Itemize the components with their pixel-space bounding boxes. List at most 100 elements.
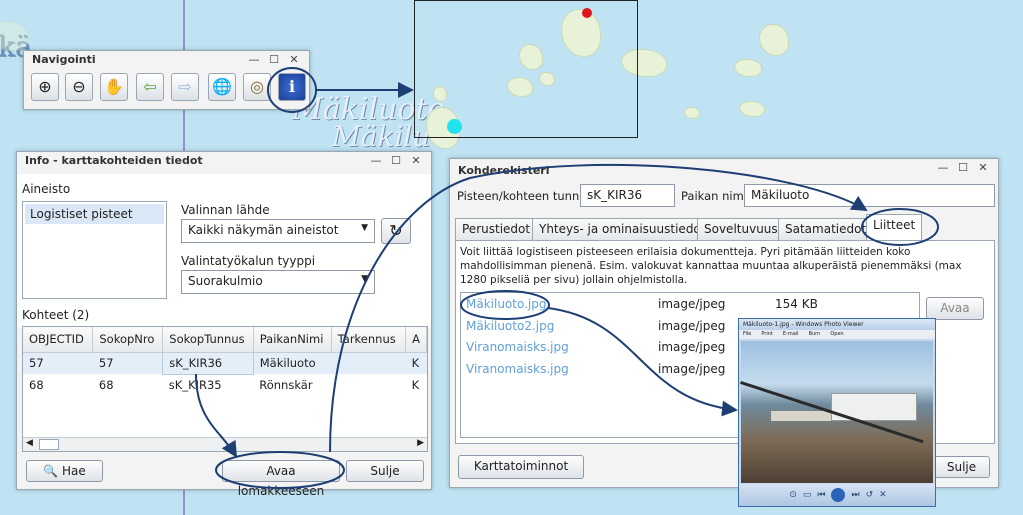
map-functions-button[interactable]: Karttatoiminnot: [458, 455, 584, 479]
scroll-right-icon[interactable]: ▶: [417, 438, 424, 448]
maximize-icon[interactable]: ☐: [954, 160, 972, 176]
objects-table-wrap: OBJECTID SokopNro SokopTunnus PaikanNimi…: [22, 326, 428, 452]
menu-item[interactable]: Print: [761, 331, 773, 338]
tab-liitteet[interactable]: Liitteet: [866, 214, 923, 241]
table-cell: 68: [98, 378, 114, 392]
map-island: [760, 25, 788, 55]
tab-satamatiedot[interactable]: Satamatiedot: [778, 218, 874, 240]
refresh-button[interactable]: ↻: [381, 218, 411, 244]
attachment-type: image/jpeg: [658, 340, 726, 354]
table-cell: Mäkiluoto: [253, 352, 332, 374]
column-header[interactable]: SokopTunnus: [162, 327, 254, 353]
table-cell: sK_KIR36: [162, 351, 254, 375]
menu-item[interactable]: E-mail: [783, 331, 799, 338]
rotate-icon[interactable]: ↺: [866, 490, 874, 500]
column-header[interactable]: PaikanNimi: [253, 327, 332, 353]
zoom-icon[interactable]: ⊙: [789, 490, 797, 500]
dataset-list[interactable]: Logistiset pisteet: [22, 201, 167, 299]
scrollbar-thumb[interactable]: [39, 439, 59, 450]
attachment-type: image/jpeg: [658, 362, 726, 376]
objects-label: Kohteet (2): [22, 308, 90, 322]
column-header[interactable]: A: [405, 327, 427, 353]
zoom-box: [414, 0, 638, 138]
close-button[interactable]: Sulje: [346, 460, 424, 482]
attachment-type: image/jpeg: [658, 319, 726, 333]
close-icon[interactable]: ✕: [285, 52, 303, 68]
column-header[interactable]: OBJECTID: [23, 327, 94, 353]
next-icon[interactable]: ⏭: [851, 490, 859, 500]
table-cell: sK_KIR35: [168, 378, 222, 393]
globe-icon[interactable]: 🌐: [208, 73, 236, 101]
table-row[interactable]: 57 57 sK_KIR36 Mäkiluoto K: [23, 351, 427, 375]
minimize-icon[interactable]: —: [367, 153, 385, 169]
close-icon[interactable]: ✕: [407, 153, 425, 169]
attachment-link[interactable]: Viranomaisks.jpg: [466, 362, 569, 376]
chevron-down-icon: ▼: [361, 223, 368, 233]
horizontal-scrollbar[interactable]: ◀ ▶: [23, 437, 427, 451]
attachment-link[interactable]: Mäkiluoto2.jpg: [466, 319, 554, 333]
fit-icon[interactable]: ▭: [803, 490, 812, 500]
tool-type-label: Valintatyökalun tyyppi: [181, 254, 316, 268]
tool-type-select[interactable]: Suorakulmio ▼: [181, 270, 375, 294]
window-controls: — ☐ ✕: [245, 52, 303, 68]
zoom-in-icon[interactable]: ⊕: [31, 73, 59, 101]
attachment-link[interactable]: Mäkiluoto.jpg: [466, 297, 547, 311]
photo-viewer-controls: ⊙ ▭ ⏮ ⏭ ↺ ✕: [739, 484, 935, 506]
point-id-label: Pisteen/kohteen tunnus: [457, 189, 593, 203]
menu-item[interactable]: Burn: [809, 331, 821, 338]
table-cell: 57: [23, 352, 93, 374]
refresh-icon: ↻: [389, 221, 403, 240]
slideshow-icon[interactable]: [831, 488, 846, 502]
previous-icon[interactable]: ⏮: [817, 490, 825, 500]
search-button[interactable]: 🔍 Hae: [26, 460, 103, 482]
table-cell: [331, 374, 405, 396]
window-controls: — ☐ ✕: [934, 160, 992, 176]
photo-viewer-menu: File Print E-mail Burn Open: [739, 330, 935, 339]
delete-icon[interactable]: ✕: [879, 490, 887, 500]
attachment-link[interactable]: Viranomaisks.jpg: [466, 340, 569, 354]
point-id-field[interactable]: sK_KIR36: [580, 184, 675, 207]
tab-soveltuvuus[interactable]: Soveltuvuus: [697, 218, 785, 240]
tab-yhteys[interactable]: Yhteys- ja ominaisuustiedot: [532, 218, 713, 240]
selected-point-marker[interactable]: [582, 8, 592, 18]
close-icon[interactable]: ✕: [974, 160, 992, 176]
column-header[interactable]: SokopNro: [92, 327, 164, 353]
attachments-description: Voit liittää logistiseen pisteeseen eril…: [460, 246, 962, 286]
maximize-icon[interactable]: ☐: [387, 153, 405, 169]
close-register-button[interactable]: Sulje: [933, 456, 990, 478]
map-island: [740, 102, 764, 116]
open-form-button[interactable]: Avaa lomakkeeseen: [222, 460, 340, 498]
table-cell: 68: [29, 378, 44, 392]
info-icon[interactable]: i: [278, 73, 306, 101]
zoom-out-icon[interactable]: ⊖: [65, 73, 93, 101]
photo-viewer-title: Mäkiluoto-1.jpg - Windows Photo Viewer: [739, 319, 935, 330]
place-name-field[interactable]: Mäkiluoto: [744, 184, 995, 207]
tab-perustiedot[interactable]: Perustiedot: [455, 218, 538, 240]
map-island: [0, 22, 28, 50]
table-row[interactable]: 68 68 sK_KIR35 Rönnskär K: [23, 374, 427, 396]
point-marker[interactable]: [447, 119, 462, 134]
minimize-icon[interactable]: —: [934, 160, 952, 176]
maximize-icon[interactable]: ☐: [265, 52, 283, 68]
map-island: [735, 60, 761, 76]
open-attachment-button[interactable]: Avaa: [926, 297, 984, 320]
pan-hand-icon[interactable]: ✋: [100, 73, 128, 101]
dataset-label: Aineisto: [22, 182, 71, 196]
source-label: Valinnan lähde: [181, 203, 270, 217]
target-icon[interactable]: ◎: [243, 73, 271, 101]
table-cell: Rönnskär: [259, 378, 313, 392]
menu-item[interactable]: Open: [830, 331, 843, 338]
info-panel: Info - karttakohteiden tiedot — ☐ ✕ Aine…: [16, 151, 432, 498]
source-select[interactable]: Kaikki näkymän aineistot ▼: [181, 219, 375, 243]
minimize-icon[interactable]: —: [245, 52, 263, 68]
dataset-item[interactable]: Logistiset pisteet: [25, 204, 164, 224]
forward-arrow-icon[interactable]: ⇨: [171, 73, 199, 101]
attachment-type: image/jpeg: [658, 297, 726, 311]
back-arrow-icon[interactable]: ⇦: [136, 73, 164, 101]
attachment-size: 154 KB: [775, 297, 818, 311]
column-header[interactable]: Tarkennus: [331, 327, 407, 353]
window-controls: — ☐ ✕: [367, 153, 425, 169]
photo-building: [771, 411, 831, 421]
scroll-left-icon[interactable]: ◀: [26, 438, 33, 448]
menu-item[interactable]: File: [743, 331, 751, 338]
